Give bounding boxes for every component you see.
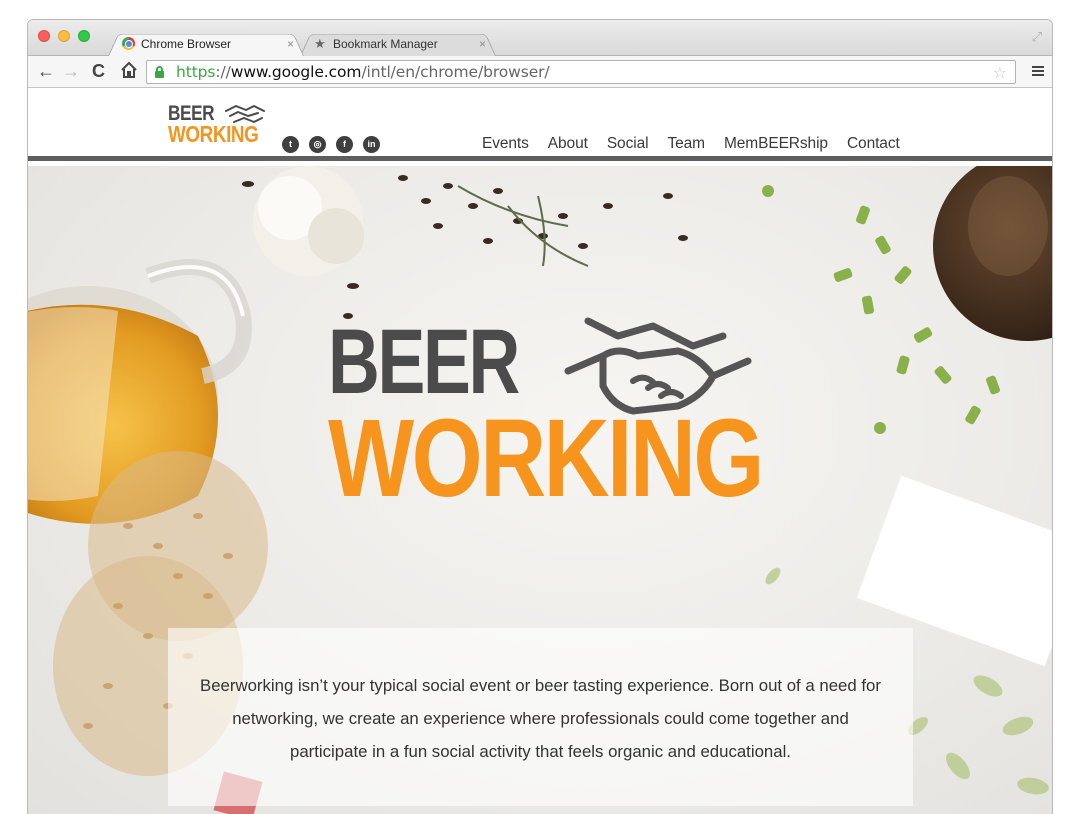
nav-team[interactable]: Team (667, 135, 705, 153)
nav-about[interactable]: About (548, 135, 588, 153)
url-scheme: https (176, 63, 216, 81)
intro-panel: Beerworking isn’t your typical social ev… (168, 628, 913, 806)
tab-chrome-browser[interactable]: Chrome Browser × (108, 31, 304, 56)
star-icon: ★ (314, 36, 326, 51)
web-page: BEER WORKING t ◎ f in Events About Socia… (28, 88, 1052, 814)
url-text: https://www.google.com/intl/en/chrome/br… (176, 63, 550, 81)
close-window-button[interactable] (38, 30, 50, 42)
hero-logo-beer-text: BEER (328, 311, 520, 413)
close-tab-icon[interactable]: × (287, 37, 294, 51)
linkedin-icon[interactable]: in (363, 136, 380, 153)
tab-bookmark-manager[interactable]: ★ Bookmark Manager × (300, 31, 496, 56)
url-separator: :// (215, 63, 231, 81)
close-tab-icon[interactable]: × (479, 37, 486, 51)
social-links: t ◎ f in (282, 136, 380, 153)
nav-events[interactable]: Events (482, 135, 529, 153)
browser-window: Chrome Browser × ★ Bookmark Manager × ⤢ … (28, 20, 1052, 814)
hero-section: BEER WORKING Beerworking isn’t your typi… (28, 166, 1052, 814)
reload-icon[interactable]: C (92, 61, 105, 81)
intro-text: Beerworking isn’t your typical social ev… (200, 676, 881, 761)
url-host: www.google.com (230, 63, 362, 81)
handshake-icon (564, 317, 752, 415)
twitter-icon[interactable]: t (282, 136, 299, 153)
tab-title: Bookmark Manager (333, 36, 438, 51)
home-icon[interactable] (120, 61, 138, 83)
main-nav: Events About Social Team MemBEERship Con… (482, 135, 919, 153)
site-logo[interactable]: BEER WORKING (168, 102, 278, 154)
address-bar[interactable]: https://www.google.com/intl/en/chrome/br… (146, 60, 1016, 84)
back-arrow-icon[interactable]: ← (37, 61, 55, 81)
zoom-window-button[interactable] (78, 30, 90, 42)
bookmark-star-icon[interactable]: ☆ (993, 63, 1007, 83)
nav-membeership[interactable]: MemBEERship (724, 135, 828, 153)
fullscreen-icon[interactable]: ⤢ (1032, 29, 1042, 45)
handshake-icon (225, 105, 265, 123)
minimize-window-button[interactable] (58, 30, 70, 42)
nav-contact[interactable]: Contact (847, 135, 900, 153)
facebook-icon[interactable]: f (336, 136, 353, 153)
chrome-icon (122, 37, 135, 50)
menu-icon[interactable] (1032, 66, 1044, 76)
browser-toolbar: ← → C https://www.google.com/intl/en/chr… (28, 56, 1052, 88)
url-path: /intl/en/chrome/browser/ (361, 63, 550, 81)
instagram-icon[interactable]: ◎ (309, 136, 326, 153)
forward-arrow-icon[interactable]: → (62, 61, 80, 81)
hero-logo: BEER WORKING (328, 316, 768, 546)
site-header: BEER WORKING t ◎ f in Events About Socia… (28, 88, 1052, 161)
title-bar: Chrome Browser × ★ Bookmark Manager × ⤢ (28, 20, 1052, 56)
secure-lock-icon (155, 66, 164, 78)
tab-title: Chrome Browser (141, 36, 232, 51)
nav-social[interactable]: Social (607, 135, 649, 153)
window-controls (38, 30, 90, 42)
